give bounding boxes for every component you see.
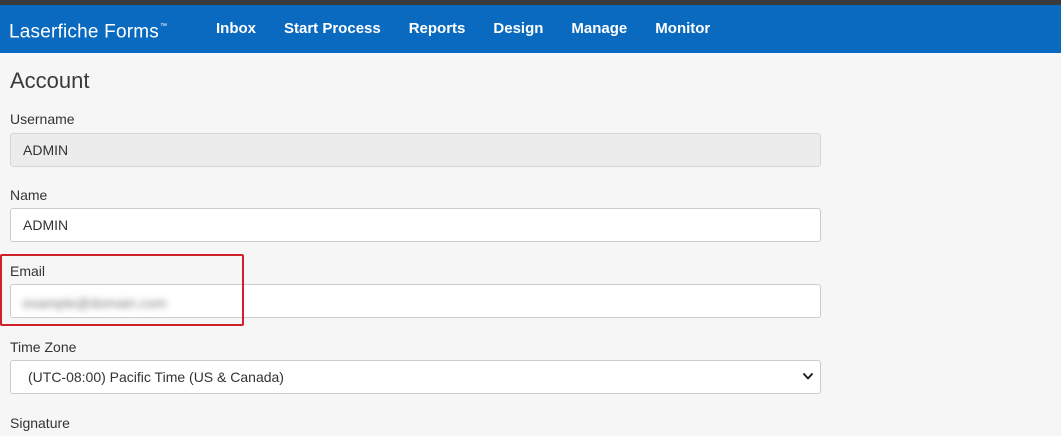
username-label: Username [10,111,75,127]
timezone-select[interactable]: (UTC-08:00) Pacific Time (US & Canada) [10,360,821,394]
main-nav: Inbox Start Process Reports Design Manag… [202,5,724,53]
brand-logo[interactable]: Laserfiche Forms™ [9,5,167,53]
signature-label: Signature [10,415,70,431]
timezone-selected-value: (UTC-08:00) Pacific Time (US & Canada) [28,369,284,385]
email-label: Email [10,263,46,279]
name-field[interactable] [10,208,821,242]
nav-monitor[interactable]: Monitor [641,5,724,53]
nav-inbox[interactable]: Inbox [202,5,270,53]
nav-manage[interactable]: Manage [557,5,641,53]
name-label: Name [10,187,48,203]
page-title: Account [10,68,90,93]
trademark-mark: ™ [159,23,168,30]
nav-start-process[interactable]: Start Process [270,5,395,53]
timezone-label: Time Zone [10,339,77,355]
nav-design[interactable]: Design [479,5,557,53]
brand-name: Laserfiche Forms [9,21,159,43]
chevron-down-icon [803,373,813,380]
email-field[interactable] [10,284,821,318]
top-navbar: Laserfiche Forms™ Inbox Start Process Re… [0,5,1061,53]
nav-reports[interactable]: Reports [395,5,480,53]
username-field[interactable] [10,133,821,167]
